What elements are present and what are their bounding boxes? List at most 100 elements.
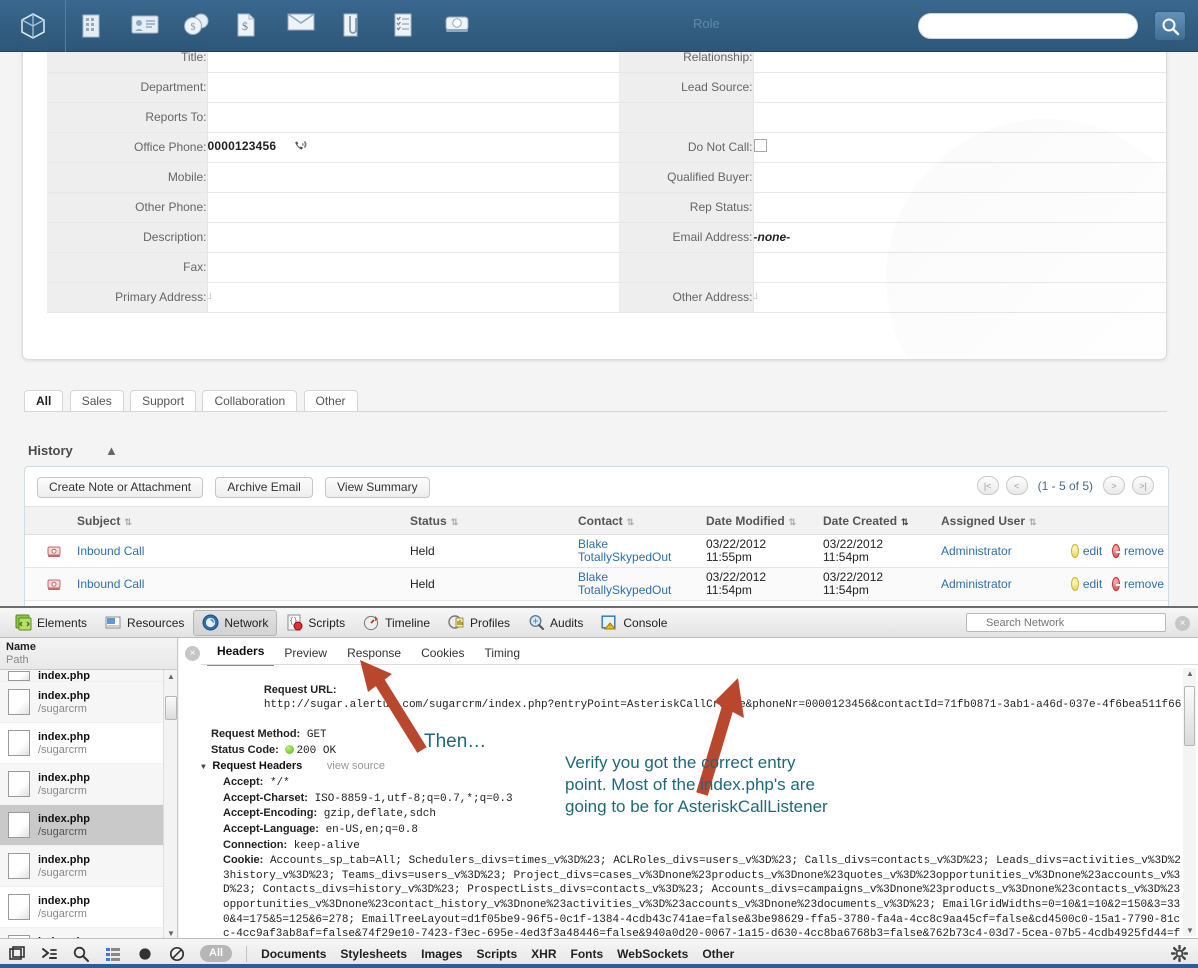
remove-link[interactable]: remove (1124, 577, 1164, 591)
subject-link[interactable]: Inbound Call (77, 577, 144, 591)
scrollbar-thumb[interactable] (165, 696, 177, 720)
row-subject[interactable]: Inbound Call (71, 534, 404, 568)
close-request-icon[interactable]: × (185, 646, 200, 661)
resource-list-scrollbar[interactable]: ▲ ▼ (163, 670, 177, 940)
search-icon[interactable] (72, 945, 90, 963)
row-subject[interactable]: Inbound Call (71, 567, 404, 601)
filter-xhr[interactable]: XHR (531, 947, 556, 961)
scroll-down-icon[interactable]: ▼ (167, 929, 175, 938)
assigned-user-link[interactable]: Administrator (941, 577, 1012, 591)
contact-link[interactable]: Blake TotallySkypedOut (578, 537, 671, 564)
list-item[interactable]: index.php (0, 670, 177, 682)
edit-link[interactable]: edit (1083, 577, 1102, 591)
opportunities-coins-icon[interactable]: $ (182, 11, 212, 41)
console-drawer-icon[interactable] (40, 945, 58, 963)
col-status[interactable]: Status ⇅ (404, 506, 572, 535)
scroll-up-icon[interactable]: ▲ (1186, 669, 1194, 678)
create-note-or-attachment-button[interactable]: Create Note or Attachment (37, 477, 204, 498)
clear-icon[interactable] (168, 945, 186, 963)
field-value[interactable]: ┘ (753, 282, 1166, 313)
disclosure-triangle-icon[interactable]: ▼ (201, 763, 206, 772)
devtools-tab-profiles[interactable]: Profiles (439, 610, 519, 636)
tab-preview[interactable]: Preview (274, 642, 337, 666)
tab-response[interactable]: Response (337, 642, 411, 666)
list-item[interactable]: index.php /sugarcrm (0, 887, 177, 928)
tab-support[interactable]: Support (130, 390, 197, 412)
col-assigned-user[interactable]: Assigned User ⇅ (935, 506, 1065, 535)
edit-pencil-icon[interactable] (1071, 544, 1079, 558)
field-value[interactable] (753, 132, 1166, 163)
tasks-checklist-icon[interactable] (390, 11, 420, 41)
row-assigned-user[interactable]: Administrator (935, 567, 1065, 601)
row-assigned-user[interactable]: Administrator (935, 534, 1065, 568)
quotes-dollar-doc-icon[interactable]: $ (234, 11, 264, 41)
remove-link[interactable]: remove (1124, 544, 1164, 558)
request-headers-group-line[interactable]: ▼ Request Headers view source (201, 759, 1186, 776)
prev-page-button[interactable]: < (1005, 476, 1028, 495)
view-source-link[interactable]: view source (327, 760, 385, 772)
devtools-tab-network[interactable]: Network (193, 609, 278, 636)
col-date-modified[interactable]: Date Modified ⇅ (700, 506, 817, 535)
tab-headers[interactable]: Headers (207, 640, 275, 666)
devtools-tab-elements[interactable]: Elements (6, 610, 96, 636)
contacts-card-icon[interactable] (130, 11, 160, 41)
col-contact[interactable]: Contact ⇅ (572, 506, 700, 535)
list-item[interactable]: index.php /sugarcrm (0, 723, 177, 764)
field-value[interactable] (753, 252, 1166, 283)
list-item[interactable]: index.php /sugarcrm (0, 846, 177, 887)
first-page-button[interactable]: |< (976, 476, 999, 495)
row-contact[interactable]: Blake TotallySkypedOut (572, 534, 700, 568)
subject-link[interactable]: Inbound Call (77, 544, 144, 558)
filter-websockets[interactable]: WebSockets (617, 947, 688, 961)
documents-clip-icon[interactable] (338, 11, 368, 41)
list-item[interactable]: index.php /sugarcrm (0, 764, 177, 805)
tab-other[interactable]: Other (303, 390, 358, 412)
devtools-tab-console[interactable]: ! Console (592, 610, 676, 636)
scrollbar-thumb[interactable] (1184, 686, 1195, 746)
scroll-up-icon[interactable]: ▲ (167, 672, 175, 681)
field-value[interactable]: -none- (753, 222, 1166, 253)
accounts-building-icon[interactable] (78, 11, 108, 41)
col-date-created[interactable]: Date Created ⇅ (817, 506, 935, 535)
record-icon[interactable] (136, 945, 154, 963)
dock-toggle-icon[interactable] (8, 945, 26, 963)
detail-scrollbar[interactable]: ▲ ▼ (1183, 668, 1196, 936)
tab-all[interactable]: All (24, 390, 64, 412)
archive-email-button[interactable]: Archive Email (215, 477, 313, 498)
search-button[interactable] (1154, 11, 1186, 41)
devtools-tab-timeline[interactable]: Timeline (354, 610, 439, 636)
filter-scripts[interactable]: Scripts (476, 947, 517, 961)
filter-other[interactable]: Other (702, 947, 734, 961)
field-value[interactable] (753, 192, 1166, 223)
field-value[interactable] (753, 102, 1166, 133)
resource-grouping-icon[interactable] (104, 945, 122, 963)
filter-stylesheets[interactable]: Stylesheets (340, 947, 407, 961)
search-network-input[interactable] (966, 613, 1166, 632)
scroll-down-icon[interactable]: ▼ (1186, 926, 1194, 935)
tab-timing[interactable]: Timing (474, 642, 530, 666)
list-item-selected[interactable]: index.php /sugarcrm (0, 805, 177, 846)
close-icon[interactable]: × (1175, 616, 1190, 631)
emails-envelope-icon[interactable] (286, 11, 316, 41)
filter-documents[interactable]: Documents (261, 947, 326, 961)
last-page-button[interactable]: >| (1132, 476, 1154, 495)
list-item[interactable]: index.php /sugarcrm (0, 682, 177, 723)
assigned-user-link[interactable]: Administrator (941, 544, 1012, 558)
edit-link[interactable]: edit (1083, 544, 1102, 558)
filter-images[interactable]: Images (421, 947, 462, 961)
row-contact[interactable]: Blake TotallySkypedOut (572, 567, 700, 601)
filter-fonts[interactable]: Fonts (571, 947, 604, 961)
remove-minus-icon[interactable] (1112, 577, 1124, 591)
col-subject[interactable]: Subject ⇅ (71, 506, 404, 535)
field-value[interactable] (753, 72, 1166, 103)
next-page-button[interactable]: > (1103, 476, 1125, 495)
devtools-tab-resources[interactable]: Resources (96, 610, 193, 636)
contact-link[interactable]: Blake TotallySkypedOut (578, 570, 671, 597)
view-summary-button[interactable]: View Summary (325, 477, 430, 498)
tab-sales[interactable]: Sales (69, 390, 124, 412)
do-not-call-checkbox[interactable] (753, 139, 767, 152)
tab-cookies[interactable]: Cookies (411, 642, 474, 666)
devtools-tab-audits[interactable]: Audits (519, 610, 592, 636)
devtools-tab-scripts[interactable]: {} Scripts (277, 610, 354, 636)
filter-all-pill[interactable]: All (200, 945, 233, 962)
